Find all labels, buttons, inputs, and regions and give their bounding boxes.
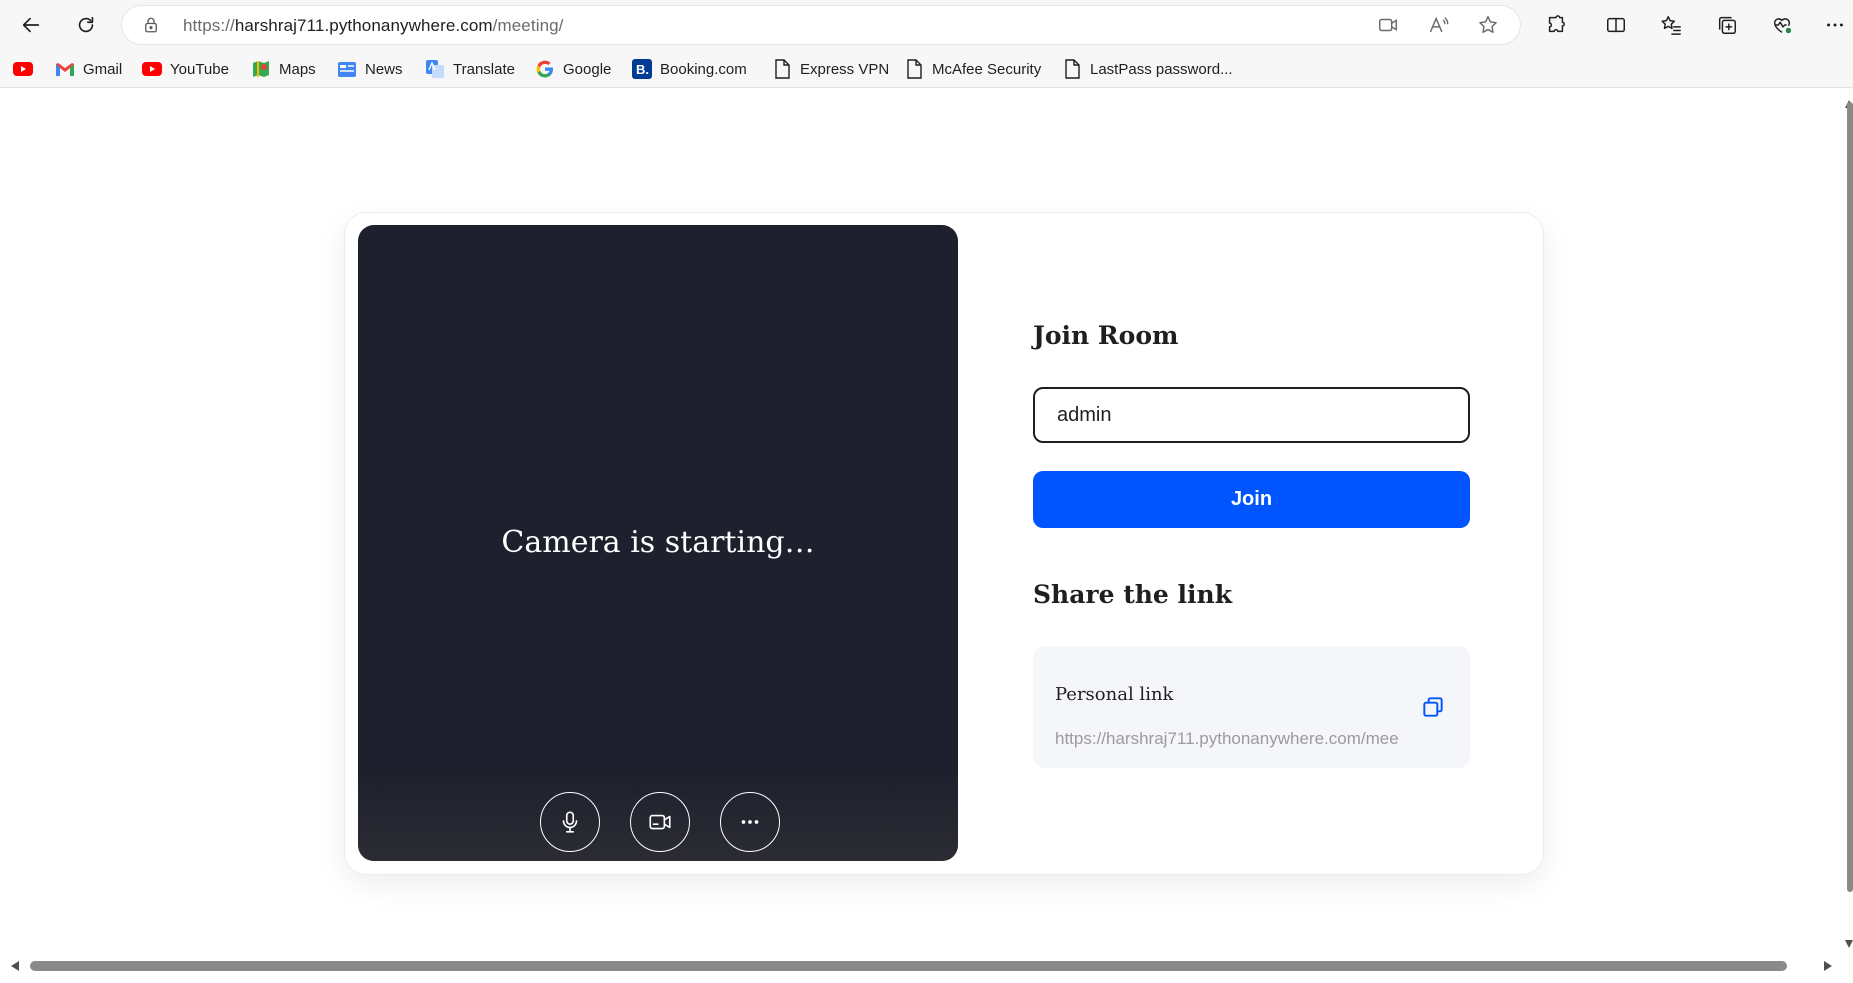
page-content: Camera is starting… Join Room Join Share…	[2, 89, 1847, 955]
bookmark-label: YouTube	[170, 60, 229, 78]
favorites-list-icon	[1661, 16, 1681, 35]
url-path: /meeting/	[492, 16, 564, 35]
bookmark-label: Maps	[279, 60, 316, 78]
more-options-button[interactable]	[720, 792, 780, 852]
google-icon	[535, 59, 555, 79]
bookmark-lastpass[interactable]: LastPass password...	[1062, 58, 1233, 80]
bookmark-label: Translate	[453, 60, 515, 78]
room-name-input[interactable]	[1033, 387, 1470, 443]
page-icon	[1062, 59, 1082, 79]
collections-icon	[1718, 16, 1736, 34]
extensions-icon	[1548, 15, 1565, 33]
url-scheme: https://	[183, 16, 235, 35]
news-icon	[337, 59, 357, 79]
bookmark-label: McAfee Security	[932, 60, 1042, 78]
share-link-heading: Share the link	[1033, 580, 1233, 609]
bookmark-google[interactable]: Google	[535, 58, 611, 80]
more-horizontal-icon	[1827, 23, 1843, 27]
bookmark-gmail[interactable]: Gmail	[55, 58, 122, 80]
bookmark-label: Express VPN	[800, 60, 890, 78]
microphone-button[interactable]	[540, 792, 600, 852]
bookmark-news[interactable]: News	[337, 58, 403, 80]
back-button[interactable]	[13, 7, 49, 43]
youtube-icon	[142, 59, 162, 79]
reload-icon	[78, 16, 94, 33]
bookmark-label: Booking.com	[660, 60, 747, 78]
camera-status-text: Camera is starting…	[501, 525, 815, 560]
personal-link-box: Personal link https://harshraj711.python…	[1033, 646, 1470, 768]
url-host: harshraj711.pythonanywhere.com	[234, 16, 493, 35]
bookmark-maps[interactable]: Maps	[251, 58, 316, 80]
page-icon	[772, 59, 792, 79]
split-screen-button[interactable]	[1598, 7, 1634, 43]
collections-button[interactable]	[1709, 7, 1745, 43]
booking-icon: B.	[632, 59, 652, 79]
page-icon	[904, 59, 924, 79]
meeting-card: Camera is starting… Join Room Join Share…	[344, 212, 1544, 875]
bookmark-label: LastPass password...	[1090, 60, 1233, 78]
gmail-icon	[55, 59, 75, 79]
scroll-right-arrow-icon[interactable]	[1822, 960, 1834, 972]
maps-icon	[251, 59, 271, 79]
settings-more-button[interactable]	[1817, 7, 1853, 43]
bookmark-mcafee[interactable]: McAfee Security	[904, 58, 1041, 80]
more-horizontal-icon	[741, 820, 759, 824]
join-button[interactable]: Join	[1033, 471, 1470, 528]
bookmark-label: News	[365, 60, 403, 78]
scroll-down-arrow-icon[interactable]	[1845, 939, 1853, 949]
bookmark-youtube[interactable]: YouTube	[142, 58, 229, 80]
favorite-star-icon[interactable]	[1477, 14, 1499, 36]
read-aloud-icon[interactable]	[1427, 14, 1449, 36]
address-bar[interactable]: https://harshraj711.pythonanywhere.com/m…	[122, 6, 1520, 44]
browser-essentials-button[interactable]	[1764, 7, 1800, 43]
svg-text:B.: B.	[636, 62, 649, 77]
split-screen-icon	[1607, 17, 1625, 33]
bookmark-label: Gmail	[83, 60, 123, 78]
video-preview: Camera is starting…	[358, 225, 958, 861]
bookmark-booking[interactable]: B. Booking.com	[632, 58, 747, 80]
heart-pulse-icon	[1773, 18, 1793, 35]
bookmark-express-vpn[interactable]: Express VPN	[772, 58, 889, 80]
bookmark-translate[interactable]: Translate	[425, 58, 515, 80]
favorites-button[interactable]	[1653, 7, 1689, 43]
horizontal-scrollbar-thumb[interactable]	[30, 961, 1787, 971]
camera-button[interactable]	[630, 792, 690, 852]
scroll-left-arrow-icon[interactable]	[9, 960, 21, 972]
bookmark-youtube-icon-only[interactable]	[13, 58, 33, 80]
video-camera-icon	[649, 814, 671, 830]
personal-link-label: Personal link	[1055, 684, 1174, 705]
translate-icon	[425, 59, 445, 79]
reload-button[interactable]	[68, 7, 104, 43]
video-camera-icon[interactable]	[1377, 14, 1399, 36]
extensions-button[interactable]	[1538, 7, 1574, 43]
vertical-scrollbar-thumb[interactable]	[1847, 102, 1853, 892]
join-room-heading: Join Room	[1033, 321, 1179, 350]
copy-icon[interactable]	[1420, 694, 1446, 720]
bookmarks-bar: Gmail YouTube Maps News Translate Google…	[0, 50, 1853, 88]
url-text[interactable]: https://harshraj711.pythonanywhere.com/m…	[183, 16, 564, 36]
personal-link-url[interactable]: https://harshraj711.pythonanywhere.com/m…	[1055, 729, 1398, 749]
bookmark-label: Google	[563, 60, 612, 78]
browser-toolbar: https://harshraj711.pythonanywhere.com/m…	[0, 0, 1853, 50]
youtube-icon	[13, 59, 33, 79]
lock-icon[interactable]	[142, 16, 160, 34]
microphone-icon	[562, 811, 578, 833]
back-arrow-icon	[22, 17, 40, 33]
